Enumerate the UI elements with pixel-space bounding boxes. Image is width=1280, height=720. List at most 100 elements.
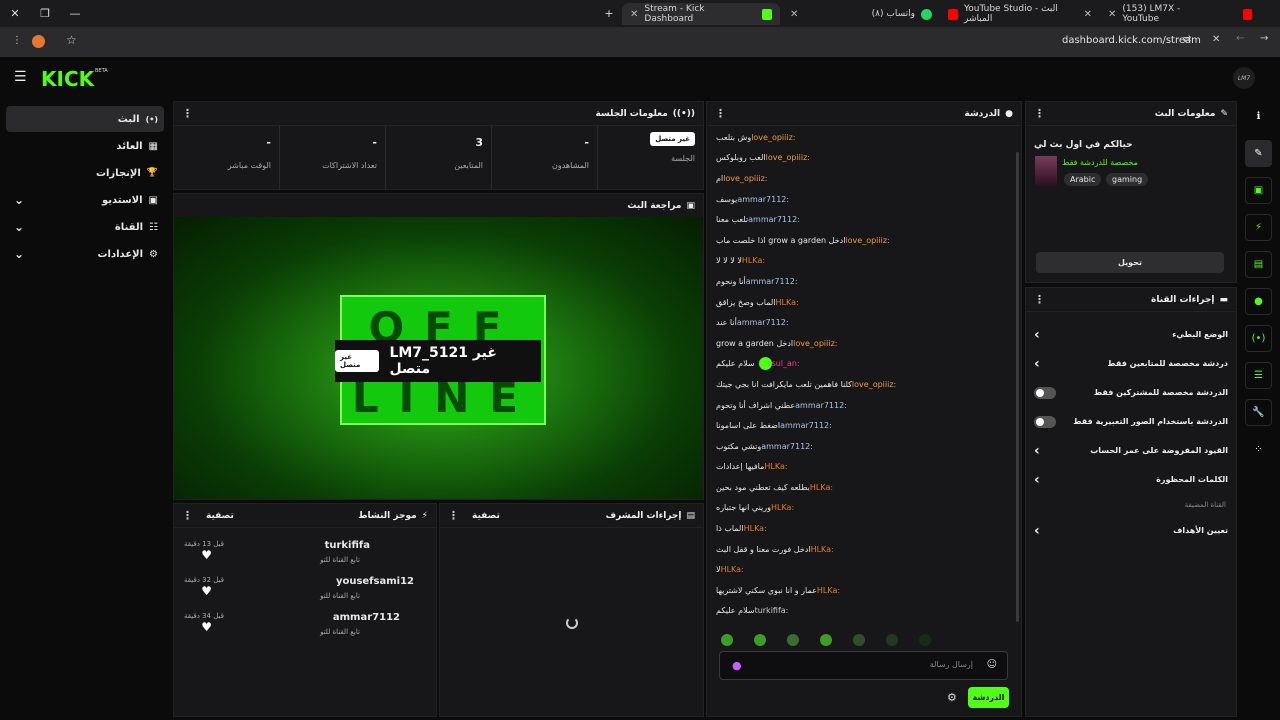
stream-icon: (•) [145,114,158,124]
chat-bubble-icon: ● [1005,108,1013,119]
document-icon[interactable]: ▤ [1245,251,1272,278]
site-settings-icon[interactable]: ⇄ [1183,34,1191,45]
sidebar-item-settings[interactable]: ⌄ ⚙ الإعدادات [6,241,164,267]
chat-settings-gear-icon[interactable]: ⚙ [947,691,957,704]
chat-input[interactable]: ● إرسال رسالة ☺ [719,651,1008,680]
tag-gaming[interactable]: gaming [1106,173,1149,186]
edit-stream-button[interactable]: تحويل [1036,252,1224,273]
chevron-down-icon: ⌄ [14,220,25,234]
chevron-right-icon: › [1034,471,1040,488]
microphone-icon[interactable]: ● [732,659,742,672]
chat-message: love_opiiiz: وش بتلعب [716,132,796,142]
channel-action-emotes-only[interactable]: الدردشة باستخدام الصور التعبيرية فقط [1026,407,1236,436]
pencil-icon: ✎ [1220,108,1228,119]
gear-icon: ⚙ [149,248,158,260]
emote-icon[interactable] [787,634,799,646]
session-info-panel: ⋮ معلومات الجلسة ((•)) - الوقت مباشر - تعدا… [173,101,704,190]
chat-message: HLKa: ادخل فورت معنا و قفل البث [716,544,834,554]
bolt-icon[interactable]: ⚡ [1245,214,1272,241]
subscribers-only-toggle[interactable] [1034,386,1056,399]
extension-icon[interactable] [32,35,45,48]
sidebar-item-revenue[interactable]: ▦ العائد [6,133,164,159]
chat-message: HLKa: لا [716,565,744,575]
more-options-icon[interactable]: ⋮ [1034,107,1045,120]
chat-message: ammar7112: تلعب معنا [716,215,800,225]
forward-icon[interactable]: → [1260,33,1268,44]
channel-action-set-goals[interactable]: تعيين الأهداف › [1026,516,1236,545]
chat-message: love_opiiiz: ام [716,173,768,183]
studio-icon[interactable]: ▣ [1245,177,1272,204]
stat-subscriptions: - تعداد الاشتراكات [279,126,385,190]
url-field[interactable]: dashboard.kick.com/stream [1062,35,1201,46]
emotes-only-toggle[interactable] [1034,415,1056,428]
stat-viewers: - المشاهدون [491,126,597,190]
hamburger-menu-icon[interactable]: ☰ [14,69,27,85]
close-tab-icon[interactable]: ✕ [1108,9,1116,20]
emote-icon[interactable] [754,634,766,646]
tab-youtube-studio[interactable]: YouTube Studio - البث المباشر ✕ [940,3,1100,25]
reload-icon[interactable]: ✕ [1212,34,1220,45]
tag-arabic[interactable]: Arabic [1064,173,1102,186]
emote-icon[interactable] [919,634,931,646]
close-tab-icon[interactable]: ✕ [630,9,638,20]
stream-title: حيالكم في اول بث لي [1034,140,1133,150]
avatar[interactable]: LM7 [1233,67,1255,89]
panel-title: إجراءات المشرف [605,510,682,521]
youtube-favicon-icon [948,8,958,20]
stream-preview-video[interactable]: OFF LINE غير متصل LM7_5121 غير متصل [174,217,703,499]
kick-logo[interactable]: KICK [41,67,94,91]
info-icon[interactable]: ℹ [1245,103,1272,130]
sidebar-item-studio[interactable]: ⌄ ▣ الاستديو [6,187,164,213]
filter-button[interactable]: تصفية [206,511,234,521]
chat-message: HLKa: الماب وصخ يزاقق [716,297,799,307]
channel-action-followers-only[interactable]: دردشة مخصصة للمتابعين فقط › [1026,349,1236,378]
close-tab-icon[interactable]: ✕ [790,9,798,20]
chat-message: ammar7112: أنا عند [716,318,789,328]
chat-message: ammar7112: أنا ونحوم [716,276,798,286]
sidebar-item-channel[interactable]: ⌄ ☷ القناة [6,214,164,240]
channel-action-subscribers-only[interactable]: الدردشة مخصصة للمشتركين فقط [1026,378,1236,407]
more-options-icon[interactable]: ⋮ [182,509,193,522]
sidebar-item-stream[interactable]: (•) البث [6,106,164,132]
restore-window-icon[interactable]: ❐ [30,0,60,27]
stream-preview-header: مراجعة البث ▣ [174,194,703,218]
panel-title: موجز النشاط [358,510,417,521]
filter-button[interactable]: تصفية [472,511,500,521]
chat-message: love_opiiiz: grow a garden ادخل [716,338,838,348]
chat-bubble-icon[interactable]: ● [1245,288,1272,315]
list-icon[interactable]: ☰ [1245,362,1272,389]
mod-actions-header: ⋮ تصفية إجراءات المشرف ▤ [440,504,703,528]
emoji-icon[interactable]: ☺ [987,659,997,670]
emote-icon[interactable] [853,634,865,646]
emote-icon[interactable] [886,634,898,646]
document-icon: ▤ [686,510,695,521]
bookmark-star-icon[interactable]: ☆ [66,33,77,47]
close-window-icon[interactable]: ✕ [0,0,30,27]
more-options-icon[interactable]: ⋮ [1034,293,1045,306]
wrench-icon[interactable]: 🔧 [1245,399,1272,426]
category-name[interactable]: مخصصة للدردشة فقط [1062,158,1138,167]
new-tab-icon[interactable]: + [594,0,624,27]
tab-whatsapp[interactable]: ✕ (٨) واتساب [782,3,940,25]
channel-offline-title: LM7_5121 غير متصل [389,345,497,377]
chat-send-button[interactable]: الدردشة [968,687,1009,708]
back-icon[interactable]: ← [1236,33,1244,44]
more-options-icon[interactable]: ⋮ [715,107,726,120]
more-options-icon[interactable]: ⋮ [448,509,459,522]
channel-action-banned-words[interactable]: الكلمات المحظورة › [1026,465,1236,494]
tab-youtube[interactable]: ✕ (153) LM7X - YouTube [1100,3,1260,25]
menu-dots-icon[interactable]: ⋮ [12,35,22,46]
channel-action-slow-mode[interactable]: الوضع البطيء › [1026,320,1236,349]
close-tab-icon[interactable]: ✕ [1084,9,1092,20]
broadcast-icon[interactable]: (•) [1245,325,1272,352]
minimize-window-icon[interactable]: — [60,0,90,27]
tab-kick-dashboard[interactable]: ✕ Stream - Kick Dashboard [622,3,780,25]
more-options-icon[interactable]: ⋮ [182,107,193,120]
emote-icon[interactable] [721,634,733,646]
pencil-icon[interactable]: ✎ [1245,140,1272,167]
session-stats: - الوقت مباشر - تعداد الاشتراكات 3 المتابعي… [174,126,703,190]
channel-action-account-age[interactable]: القيود المفروضة على عمر الحساب › [1026,436,1236,465]
sidebar-item-achievements[interactable]: 🏆 الإنجازات [6,160,164,186]
apps-icon[interactable]: ⁘ [1245,436,1272,463]
emote-icon[interactable] [820,634,832,646]
